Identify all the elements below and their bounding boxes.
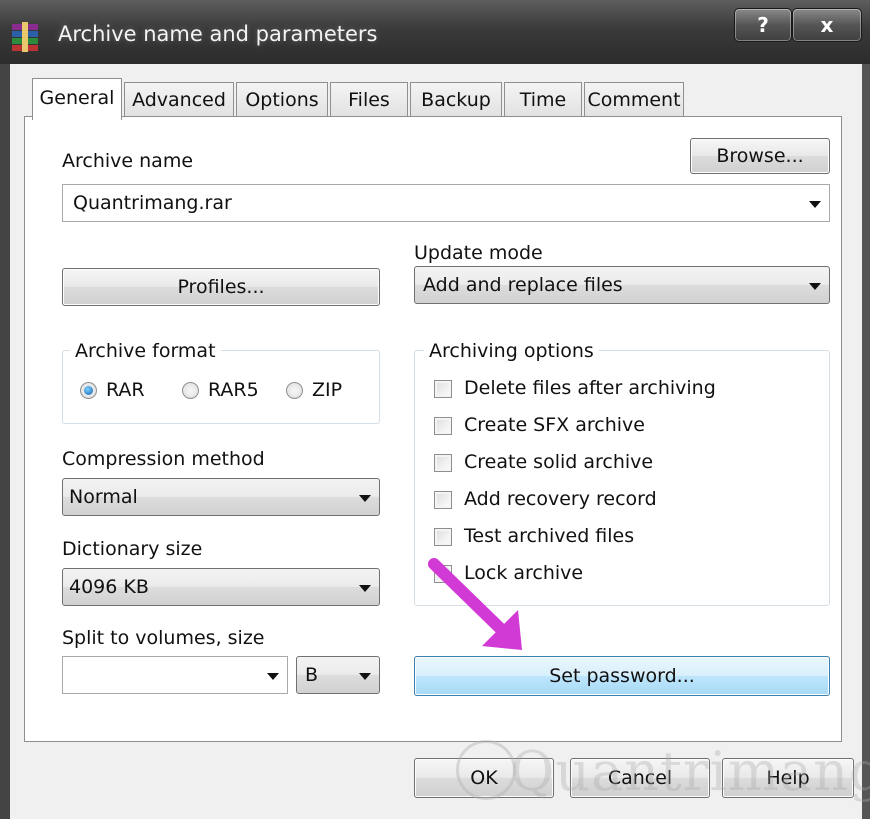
archive-format-legend: Archive format bbox=[70, 340, 221, 362]
checkbox-lock-archive[interactable] bbox=[434, 565, 452, 583]
chevron-down-icon[interactable] bbox=[267, 673, 279, 680]
tab-general[interactable]: General bbox=[32, 78, 122, 120]
radio-rar5-label[interactable]: RAR5 bbox=[208, 379, 259, 401]
chevron-down-icon[interactable] bbox=[359, 495, 371, 502]
tab-advanced[interactable]: Advanced bbox=[124, 82, 234, 116]
radio-zip-label[interactable]: ZIP bbox=[312, 379, 342, 401]
close-caption-button[interactable]: x bbox=[792, 8, 862, 42]
checkbox-delete-files-label[interactable]: Delete files after archiving bbox=[464, 377, 716, 399]
update-mode-label: Update mode bbox=[414, 242, 543, 264]
set-password-button[interactable]: Set password... bbox=[414, 656, 830, 696]
profiles-button[interactable]: Profiles... bbox=[62, 268, 380, 306]
chevron-down-icon[interactable] bbox=[359, 585, 371, 592]
archiving-options-legend: Archiving options bbox=[424, 340, 599, 362]
radio-rar-label[interactable]: RAR bbox=[106, 379, 145, 401]
checkbox-delete-files[interactable] bbox=[434, 380, 452, 398]
tab-options[interactable]: Options bbox=[236, 82, 328, 116]
help-caption-button[interactable]: ? bbox=[734, 8, 792, 42]
window-frame-right bbox=[862, 64, 870, 819]
checkbox-create-sfx-label[interactable]: Create SFX archive bbox=[464, 414, 645, 436]
radio-zip[interactable] bbox=[286, 382, 303, 399]
winrar-app-icon bbox=[12, 22, 38, 52]
dictionary-size-dropdown[interactable]: 4096 KB bbox=[62, 568, 380, 606]
checkbox-recovery-record-label[interactable]: Add recovery record bbox=[464, 488, 657, 510]
compression-method-dropdown[interactable]: Normal bbox=[62, 478, 380, 516]
browse-button[interactable]: Browse... bbox=[690, 138, 830, 174]
tab-time[interactable]: Time bbox=[504, 82, 582, 116]
window-frame-left bbox=[0, 64, 10, 819]
checkbox-test-files-label[interactable]: Test archived files bbox=[464, 525, 634, 547]
archive-name-combobox[interactable]: Quantrimang.rar bbox=[62, 184, 830, 222]
checkbox-create-sfx[interactable] bbox=[434, 417, 452, 435]
split-unit-value[interactable]: B bbox=[305, 664, 318, 686]
archive-name-value[interactable]: Quantrimang.rar bbox=[73, 192, 232, 214]
cancel-button[interactable]: Cancel bbox=[570, 758, 710, 798]
tab-comment[interactable]: Comment bbox=[584, 82, 684, 116]
help-button[interactable]: Help bbox=[722, 758, 854, 798]
ok-button[interactable]: OK bbox=[414, 758, 554, 798]
dictionary-size-label: Dictionary size bbox=[62, 538, 203, 560]
tab-backup[interactable]: Backup bbox=[410, 82, 502, 116]
split-unit-dropdown[interactable]: B bbox=[296, 656, 380, 694]
compression-method-label: Compression method bbox=[62, 448, 265, 470]
radio-rar5[interactable] bbox=[182, 382, 199, 399]
split-volumes-label: Split to volumes, size bbox=[62, 627, 265, 649]
split-volumes-combobox[interactable] bbox=[62, 656, 288, 694]
checkbox-create-solid-label[interactable]: Create solid archive bbox=[464, 451, 653, 473]
update-mode-value[interactable]: Add and replace files bbox=[423, 274, 623, 296]
radio-rar[interactable] bbox=[80, 382, 97, 399]
window-title: Archive name and parameters bbox=[58, 22, 378, 46]
checkbox-lock-archive-label[interactable]: Lock archive bbox=[464, 562, 583, 584]
tab-files[interactable]: Files bbox=[330, 82, 408, 116]
checkbox-recovery-record[interactable] bbox=[434, 491, 452, 509]
archive-name-label: Archive name bbox=[62, 150, 194, 172]
chevron-down-icon[interactable] bbox=[809, 283, 821, 290]
checkbox-create-solid[interactable] bbox=[434, 454, 452, 472]
update-mode-dropdown[interactable]: Add and replace files bbox=[414, 266, 830, 304]
dictionary-size-value[interactable]: 4096 KB bbox=[69, 576, 149, 598]
checkbox-test-files[interactable] bbox=[434, 528, 452, 546]
chevron-down-icon[interactable] bbox=[359, 673, 371, 680]
compression-method-value[interactable]: Normal bbox=[69, 486, 138, 508]
chevron-down-icon[interactable] bbox=[809, 201, 821, 208]
